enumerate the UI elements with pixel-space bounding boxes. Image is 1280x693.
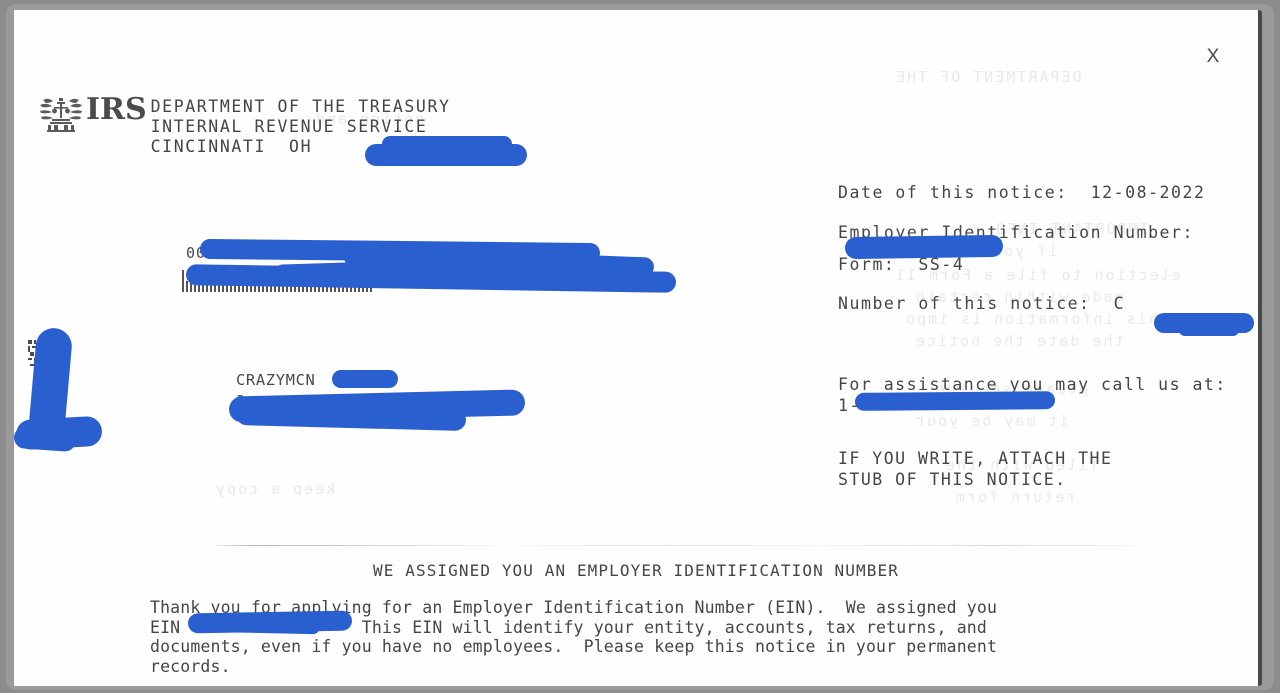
recipient-name-block: CRAZYMCN 3: [236, 370, 315, 412]
form-label: Form:: [838, 255, 896, 274]
redaction-stroke-address-2: [343, 243, 595, 267]
redaction-stroke-left-horizontal: [15, 415, 103, 451]
date-of-notice-label: Date of this notice:: [838, 183, 1068, 202]
document-viewer: DEPARTMENT OF THE IMPORTANT INFO if you …: [0, 0, 1280, 693]
attach-stub-line-1: IF YOU WRITE, ATTACH THE: [838, 449, 1113, 468]
notice-number-row: Number of this notice: C: [838, 294, 1206, 314]
attach-stub-line-2: STUB OF THIS NOTICE.: [838, 470, 1067, 489]
redaction-stroke-name-1: [332, 370, 398, 388]
redaction-stroke-name-4: [413, 395, 525, 419]
notice-number-value: C: [1113, 294, 1126, 313]
form-value: SS-4: [918, 255, 965, 274]
body-line-2-prefix: EIN: [150, 617, 181, 637]
irs-wordmark: IRS: [86, 92, 147, 127]
date-of-notice-row: Date of this notice: 12-08-2022: [838, 183, 1206, 203]
header-department-line: DEPARTMENT OF THE TREASURY: [150, 97, 451, 116]
notice-body-text: Thank you for applying for an Employer I…: [150, 598, 997, 676]
data-matrix-code: [28, 340, 52, 370]
scanned-notice-page: DEPARTMENT OF THE IMPORTANT INFO if you …: [14, 10, 1258, 686]
notice-number-label: Number of this notice:: [838, 294, 1091, 313]
notice-header: IRS DEPARTMENT OF THE TREASURY INTERNAL …: [38, 94, 451, 157]
redaction-stroke-address-5: [463, 250, 655, 277]
header-agency-line: INTERNAL REVENUE SERVICE: [150, 117, 428, 136]
body-line-4: records.: [150, 656, 231, 676]
postal-barcode: [182, 268, 372, 292]
body-line-1: Thank you for applying for an Employer I…: [150, 598, 998, 617]
assistance-phone: 1-: [838, 396, 861, 415]
header-city-line: CINCINNATI OH: [150, 137, 313, 156]
ein-label: Employer Identification Number:: [838, 223, 1194, 242]
bottom-section-title: WE ASSIGNED YOU AN EMPLOYER IDENTIFICATI…: [373, 561, 899, 580]
assistance-label: For assistance you may call us at:: [838, 375, 1227, 394]
recipient-line-1: CRAZYMCN: [236, 371, 316, 389]
attach-stub-note: IF YOU WRITE, ATTACH THE STUB OF THIS NO…: [838, 448, 1112, 490]
body-line-3: documents, even if you have no employees…: [150, 637, 998, 656]
redaction-stroke-address-1: [199, 238, 601, 264]
body-line-2-suffix: This EIN will identify your entity, acco…: [361, 617, 987, 637]
date-of-notice-value: 12-08-2022: [1090, 183, 1206, 202]
irs-eagle-logo-icon: [40, 98, 82, 132]
redaction-stroke-left-tail: [14, 425, 77, 453]
close-icon[interactable]: X: [1202, 46, 1224, 68]
section-divider: [210, 545, 1190, 546]
notice-info-block: Date of this notice: 12-08-2022 Employer…: [838, 183, 1206, 333]
assistance-block: For assistance you may call us at: 1-: [838, 374, 1227, 416]
form-row: Form: SS-4: [838, 255, 1206, 275]
presort-digits: 00: [186, 244, 207, 262]
recipient-line-2: 3: [236, 392, 246, 410]
